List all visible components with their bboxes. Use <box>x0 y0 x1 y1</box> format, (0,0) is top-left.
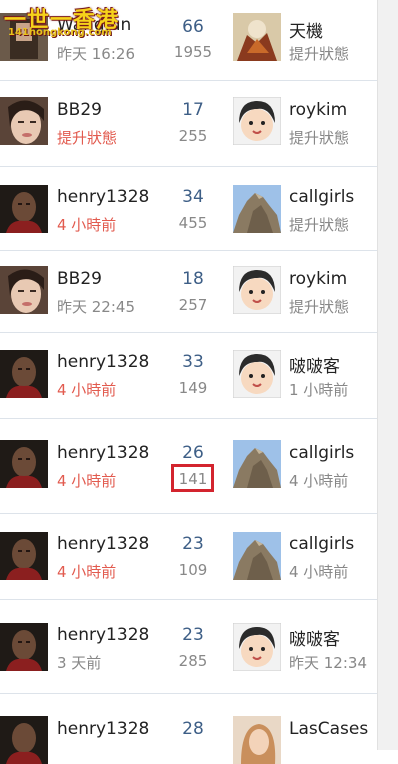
last-post-time: 提升狀態 <box>289 298 350 316</box>
author-name[interactable]: henry1328 <box>57 187 149 207</box>
avatar[interactable] <box>0 532 48 580</box>
list-item[interactable]: BB29 提升狀態 17 255 roykim 提升狀態 <box>0 81 378 167</box>
list-item[interactable]: henry1328 28 LasCases <box>0 694 378 764</box>
highlight-box <box>171 464 214 492</box>
post-time: 4 小時前 <box>57 216 117 234</box>
view-count: 149 <box>178 379 208 397</box>
avatar[interactable] <box>233 97 281 145</box>
list-item[interactable]: henry1328 4 小時前 34 455 callgirls 提升狀態 <box>0 167 378 251</box>
avatar[interactable] <box>233 185 281 233</box>
view-count: 285 <box>178 652 208 670</box>
view-count: 257 <box>178 296 208 314</box>
list-item[interactable]: henry1328 3 天前 23 285 啵啵客 昨天 12:34 <box>0 600 378 694</box>
last-post-time: 1 小時前 <box>289 381 349 399</box>
avatar[interactable] <box>233 440 281 488</box>
avatar[interactable] <box>0 350 48 398</box>
post-time: 4 小時前 <box>57 381 117 399</box>
reply-count: 34 <box>182 187 204 207</box>
last-poster-name[interactable]: callgirls <box>289 187 354 207</box>
reply-count: 23 <box>182 534 204 554</box>
last-poster-name[interactable]: 啵啵客 <box>289 625 340 650</box>
list-item[interactable]: henry1328 4 小時前 23 109 callgirls 4 小時前 <box>0 514 378 600</box>
scrollbar[interactable] <box>377 0 398 750</box>
last-post-time: 4 小時前 <box>289 563 349 581</box>
author-name[interactable]: henry1328 <box>57 352 149 372</box>
post-time: 3 天前 <box>57 654 102 672</box>
last-post-time: 提升狀態 <box>289 45 350 63</box>
post-time: 昨天 16:26 <box>57 45 135 63</box>
last-poster-name[interactable]: LasCases <box>289 719 368 739</box>
view-count: 455 <box>178 214 208 232</box>
author-name[interactable]: BB29 <box>57 269 102 289</box>
reply-count: 28 <box>182 719 204 739</box>
avatar[interactable] <box>0 266 48 314</box>
author-name[interactable]: henry1328 <box>57 534 149 554</box>
avatar[interactable] <box>0 440 48 488</box>
last-post-time: 4 小時前 <box>289 472 349 490</box>
author-name[interactable]: henry1328 <box>57 443 149 463</box>
avatar[interactable] <box>233 623 281 671</box>
list-item[interactable]: henry1328 4 小時前 33 149 啵啵客 1 小時前 <box>0 333 378 419</box>
avatar[interactable] <box>0 185 48 233</box>
reply-count: 33 <box>182 352 204 372</box>
reply-count: 17 <box>182 100 204 120</box>
view-count: 1955 <box>173 43 213 61</box>
avatar[interactable] <box>233 350 281 398</box>
view-count: 255 <box>178 127 208 145</box>
post-time: 提升狀態 <box>57 129 118 147</box>
list-item[interactable]: BB29 昨天 22:45 18 257 roykim 提升狀態 <box>0 251 378 333</box>
avatar[interactable] <box>233 716 281 764</box>
last-poster-name[interactable]: 天機 <box>289 17 323 42</box>
post-time: 4 小時前 <box>57 472 117 490</box>
last-post-time: 提升狀態 <box>289 216 350 234</box>
reply-count: 23 <box>182 625 204 645</box>
avatar[interactable] <box>233 13 281 61</box>
avatar[interactable] <box>233 266 281 314</box>
avatar[interactable] <box>233 532 281 580</box>
last-poster-name[interactable]: roykim <box>289 269 347 289</box>
reply-count: 18 <box>182 269 204 289</box>
author-name[interactable]: henry1328 <box>57 719 149 739</box>
last-post-time: 昨天 12:34 <box>289 654 367 672</box>
last-poster-name[interactable]: roykim <box>289 100 347 120</box>
last-poster-name[interactable]: 啵啵客 <box>289 352 340 377</box>
view-count: 109 <box>178 561 208 579</box>
watermark-url: 141hongkong.com <box>8 27 112 38</box>
author-name[interactable]: BB29 <box>57 100 102 120</box>
avatar[interactable] <box>0 97 48 145</box>
avatar[interactable] <box>0 716 48 764</box>
last-poster-name[interactable]: callgirls <box>289 443 354 463</box>
last-post-time: 提升狀態 <box>289 129 350 147</box>
post-time: 4 小時前 <box>57 563 117 581</box>
site-watermark: 一世一香港 141hongkong.com <box>0 0 124 44</box>
reply-count: 66 <box>182 17 204 37</box>
author-name[interactable]: henry1328 <box>57 625 149 645</box>
reply-count: 26 <box>182 443 204 463</box>
post-time: 昨天 22:45 <box>57 298 135 316</box>
last-poster-name[interactable]: callgirls <box>289 534 354 554</box>
avatar[interactable] <box>0 623 48 671</box>
